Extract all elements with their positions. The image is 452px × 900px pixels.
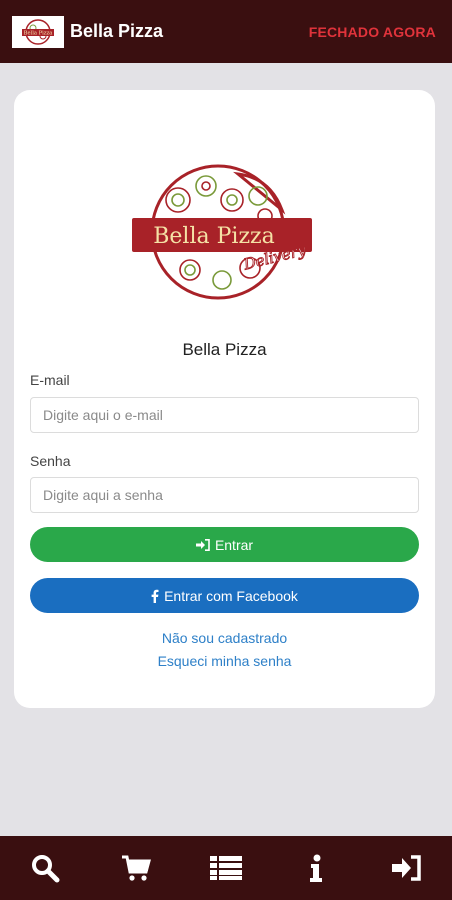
email-input[interactable] [30,397,419,433]
nav-info[interactable] [296,848,336,888]
header-logo[interactable]: Bella Pizza [12,15,64,48]
logo-main-text: Bella Pizza [153,224,275,249]
facebook-login-button[interactable]: Entrar com Facebook [30,578,419,613]
info-icon [310,854,323,882]
password-label: Senha [30,453,71,469]
list-icon [209,856,242,880]
bottom-navigation [0,836,452,900]
top-app-bar: Bella Pizza Bella Pizza FECHADO AGORA [0,0,452,63]
nav-search[interactable] [25,848,65,888]
restaurant-name: Bella Pizza [182,340,267,359]
login-card: Bella Pizza Delivery Bella Pizza E-mail … [14,90,435,708]
password-input[interactable] [30,477,419,513]
facebook-button-label: Entrar com Facebook [164,587,298,604]
email-label: E-mail [30,372,70,388]
bella-pizza-logo: Bella Pizza Delivery [132,164,312,300]
pizza-logo-icon: Bella Pizza [22,18,54,45]
register-link[interactable]: Não sou cadastrado [14,630,435,646]
nav-cart[interactable] [116,848,156,888]
nav-menu-list[interactable] [206,848,246,888]
login-button-label: Entrar [214,536,254,553]
store-status-badge: FECHADO AGORA [308,24,436,40]
sign-in-icon [391,855,421,881]
facebook-icon [151,589,159,603]
sign-in-icon [195,538,210,551]
svg-text:Bella Pizza: Bella Pizza [24,30,53,36]
cart-icon [121,855,151,881]
search-icon [32,855,60,883]
login-button[interactable]: Entrar [30,527,419,562]
forgot-password-link[interactable]: Esqueci minha senha [14,653,435,669]
nav-sign-in[interactable] [387,848,427,888]
app-title: Bella Pizza [70,21,164,41]
